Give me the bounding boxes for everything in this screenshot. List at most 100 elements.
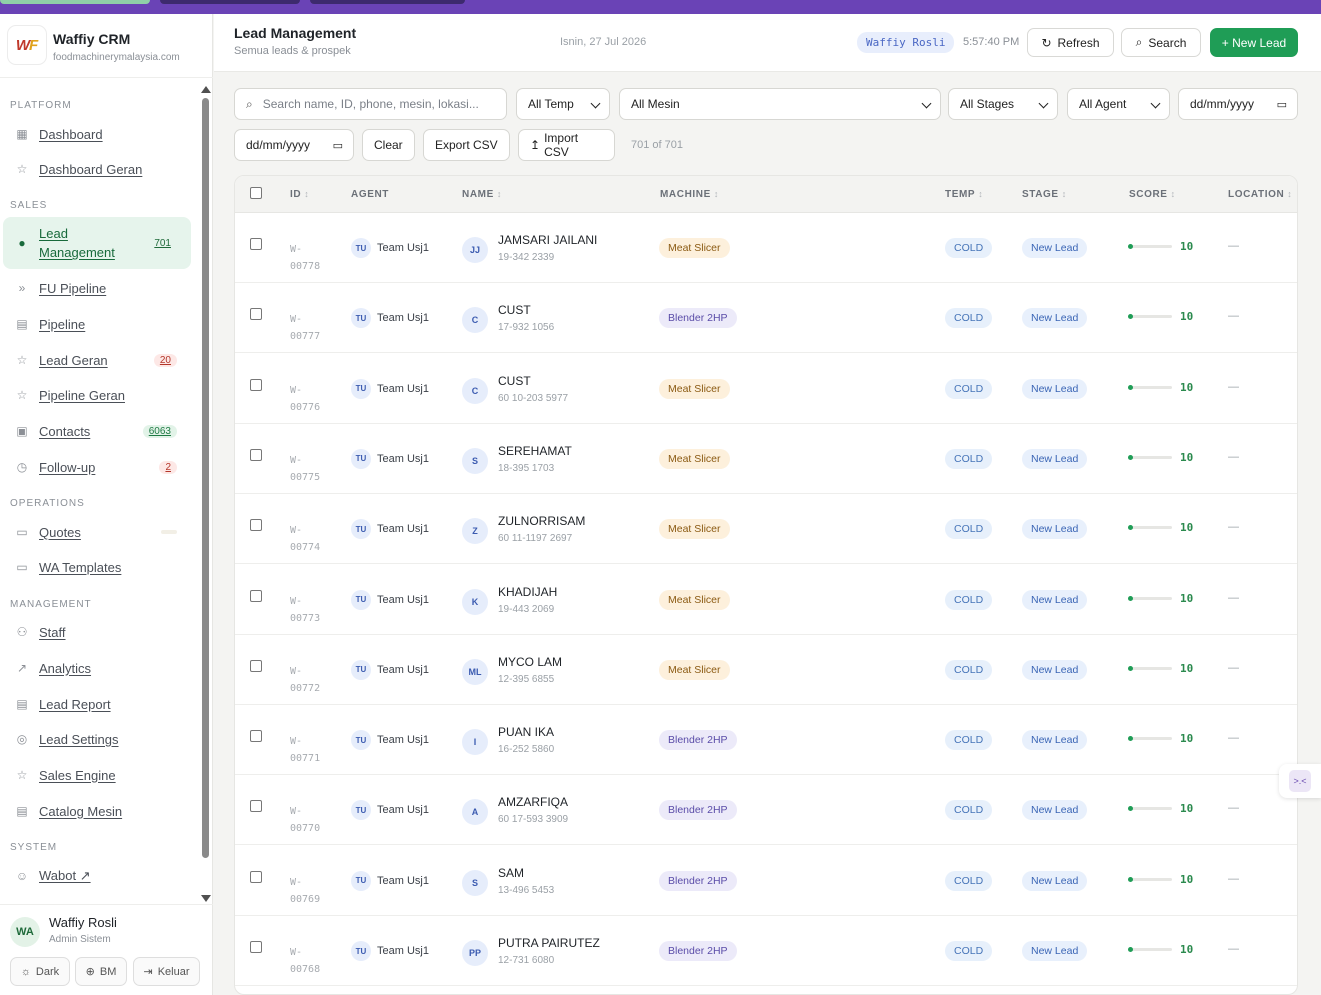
brand-logo[interactable]: WF [8,26,46,64]
sidebar-item-wabot[interactable]: ☺ Wabot ↗ [3,866,191,886]
sidebar-item-lead-report[interactable]: ▤ Lead Report [3,694,191,714]
row-checkbox[interactable] [250,238,262,250]
row-checkbox[interactable] [250,448,262,461]
select-all-checkbox[interactable] [250,187,262,199]
table-row[interactable]: W- 00776 TU Team Usj1 C CUST 60 10-203 5977 Mea… [235,354,1297,424]
language-button[interactable]: ⊕ BM [75,957,127,986]
lead-name-cell[interactable]: Z ZULNORRISAM 60 11-1197 2697 [462,494,642,564]
sidebar-item-catalog-mesin[interactable]: ▤ Catalog Mesin [3,801,191,821]
sidebar-scrollbar[interactable] [200,84,212,904]
refresh-button[interactable]: ↻ Refresh [1027,28,1114,57]
sidebar-item-analytics[interactable]: ↗ Analytics [3,658,191,678]
sidebar-item-wa-templates[interactable]: ▭ WA Templates [3,557,191,577]
lead-name[interactable]: KHADIJAH [498,585,557,599]
column-header-stage[interactable]: STAGE ↕ [1022,189,1067,200]
chevron-down-icon [1038,98,1049,109]
scroll-up-arrow-icon[interactable] [201,86,211,93]
sidebar-item-dashboard[interactable]: ▦ Dashboard [3,124,191,144]
table-row[interactable]: W- 00775 TU Team Usj1 S SEREHAMAT 18-395 1703 M… [235,424,1297,494]
table-row[interactable]: W- 00774 TU Team Usj1 Z ZULNORRISAM 60 11-1197… [235,494,1297,565]
table-row[interactable]: W- 00771 TU Team Usj1 I PUAN IKA 16-252 5860 Bl… [235,705,1297,776]
sidebar-item-dashboard-geran[interactable]: ☆ Dashboard Geran [3,159,191,179]
scrollbar-thumb[interactable] [202,98,209,858]
lead-name-cell[interactable]: S SAM 13-496 5453 [462,846,642,916]
lead-name[interactable]: JAMSARI JAILANI [498,233,597,247]
lead-name[interactable]: SAM [498,866,524,880]
lead-name[interactable]: CUST [498,374,531,388]
row-checkbox[interactable] [250,941,262,953]
row-checkbox[interactable] [250,730,262,743]
date-to-input[interactable]: dd/mm/yyyy ▭ [1178,88,1298,120]
row-checkbox[interactable] [250,519,262,532]
sidebar-item-sales-engine[interactable]: ☆ Sales Engine [3,765,191,785]
new-lead-button[interactable]: + New Lead [1210,28,1298,57]
lead-name[interactable]: ZULNORRISAM [498,514,585,528]
table-row[interactable]: W- 00770 TU Team Usj1 A AMZARFIQA 60 17-593 39… [235,775,1297,846]
column-header-name[interactable]: NAME ↕ [462,189,502,200]
mesin-select[interactable]: All Mesin [619,88,941,120]
sidebar-item-lead-management[interactable]: ● Lead Management 701 [3,217,191,269]
table-row[interactable]: W- 00769 TU Team Usj1 S SAM 13-496 5453 Blender… [235,846,1297,916]
logout-button[interactable]: ⇥ Keluar [133,957,200,986]
lead-name-cell[interactable]: A AMZARFIQA 60 17-593 3909 [462,775,642,845]
search-button[interactable]: ⌕ Search [1121,28,1201,57]
table-row[interactable]: W- 00773 TU Team Usj1 K KHADIJAH 19-443 2069 Me… [235,565,1297,635]
table-row[interactable]: W- 00777 TU Team Usj1 C CUST 17-932 1056 Blende… [235,283,1297,354]
table-row[interactable]: W- 00772 TU Team Usj1 ML MYCO LAM 12-395 6855 M… [235,635,1297,705]
sidebar-item-pipeline-geran[interactable]: ☆ Pipeline Geran [3,385,191,405]
search-input[interactable]: ⌕ Search name, ID, phone, mesin, lokasi..… [234,88,507,120]
lead-name-cell[interactable]: JJ JAMSARI JAILANI 19-342 2339 [462,213,642,283]
sidebar-item-lead-geran[interactable]: ☆ Lead Geran 20 [3,350,191,370]
lead-name-cell[interactable]: PP PUTRA PAIRUTEZ 12-731 6080 [462,916,642,986]
lead-name-cell[interactable]: ML MYCO LAM 12-395 6855 [462,635,642,705]
dark-mode-button[interactable]: ☼ Dark [10,957,70,986]
column-header-score[interactable]: SCORE ↕ [1129,189,1176,200]
lead-name[interactable]: SEREHAMAT [498,444,572,458]
column-header-id[interactable]: ID ↕ [290,189,309,200]
row-checkbox[interactable] [250,589,262,602]
lead-name[interactable]: PUTRA PAIRUTEZ [498,936,600,950]
table-row[interactable]: W- 00768 TU Team Usj1 PP PUTRA PAIRUTEZ 12-731… [235,916,1297,986]
lead-name-cell[interactable]: S SEREHAMAT 18-395 1703 [462,424,642,494]
browser-tab[interactable] [310,0,465,4]
avatar[interactable]: WA [10,917,40,947]
lead-name[interactable]: MYCO LAM [498,655,562,669]
table-row[interactable]: W- 00778 TU Team Usj1 JJ JAMSARI JAILANI 19-34… [235,213,1297,283]
date-from-input[interactable]: dd/mm/yyyy ▭ [234,129,354,161]
sidebar-item-contacts[interactable]: ▣ Contacts 6063 [3,421,191,441]
agent-select[interactable]: All Agent [1067,88,1170,120]
lead-name-cell[interactable]: I PUAN IKA 16-252 5860 [462,705,642,775]
sidebar-item-lead-settings[interactable]: ◎ Lead Settings [3,729,191,749]
browser-tab[interactable] [0,0,150,4]
stages-select[interactable]: All Stages [948,88,1058,120]
sidebar-item-pipeline[interactable]: ▤ Pipeline [3,314,191,334]
lead-name-cell[interactable]: C CUST 17-932 1056 [462,283,642,353]
lead-name-cell[interactable]: K KHADIJAH 19-443 2069 [462,565,642,635]
import-csv-button[interactable]: ↥ Import CSV [518,129,615,161]
row-checkbox[interactable] [250,659,262,672]
sidebar-item-follow-up[interactable]: ◷ Follow-up 2 [3,457,191,477]
sidebar-item-fu-pipeline[interactable]: » FU Pipeline [3,278,191,298]
browser-tab[interactable] [160,0,300,4]
column-header-machine[interactable]: MACHINE ↕ [660,189,719,200]
row-checkbox[interactable] [250,308,262,321]
lead-name[interactable]: PUAN IKA [498,725,554,739]
lead-name[interactable]: CUST [498,303,531,317]
scroll-down-arrow-icon[interactable] [201,895,211,902]
sidebar-nav[interactable]: PLATFORM ▦ Dashboard ☆ Dashboard Geran SAL… [0,84,213,904]
sidebar-item-staff[interactable]: ⚇ Staff [3,622,191,642]
clear-button[interactable]: Clear [362,129,415,161]
export-csv-button[interactable]: Export CSV [423,129,510,161]
column-header-temp[interactable]: TEMP ↕ [945,189,983,200]
row-checkbox[interactable] [250,800,262,813]
score-bar [1128,314,1172,320]
lead-name[interactable]: AMZARFIQA [498,795,568,809]
row-checkbox[interactable] [250,378,262,391]
page-title: Lead Management [234,25,357,41]
floating-widget-button[interactable]: >.< [1279,764,1321,798]
row-checkbox[interactable] [250,870,262,883]
sidebar-item-quotes[interactable]: ▭ Quotes [3,522,191,542]
lead-name-cell[interactable]: C CUST 60 10-203 5977 [462,354,642,424]
temp-select[interactable]: All Temp [516,88,610,120]
column-header-location[interactable]: LOCATION ↕ [1228,189,1292,200]
